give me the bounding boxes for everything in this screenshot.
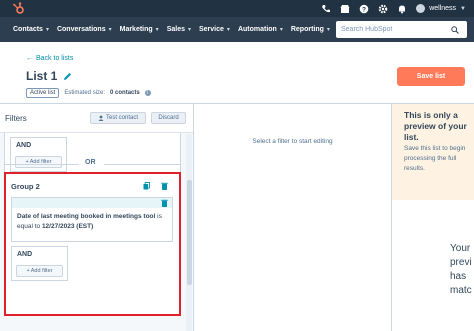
estimate-value: 0 contacts bbox=[110, 90, 140, 96]
list-meta: Active list Estimated size: 0 contacts i bbox=[26, 88, 151, 98]
chevron-down-icon: ▼ bbox=[460, 5, 466, 12]
preview-body: Save this list to begin processing the f… bbox=[404, 145, 466, 172]
filter-group-1: AND + Add filter bbox=[4, 133, 181, 177]
and-block: AND + Add filter bbox=[11, 246, 68, 281]
preview-panel: This is only a preview of your list. Sav… bbox=[391, 104, 474, 331]
nav-item-automation[interactable]: Automation ▾ bbox=[238, 26, 283, 33]
top-bar: ? wellness ▼ bbox=[0, 0, 474, 17]
marketplace-icon[interactable] bbox=[340, 4, 350, 14]
nav-item-conversations[interactable]: Conversations ▾ bbox=[57, 26, 112, 33]
svg-text:?: ? bbox=[362, 6, 366, 13]
save-list-button[interactable]: Save list bbox=[397, 67, 465, 86]
search-icon[interactable] bbox=[451, 25, 459, 34]
hubspot-logo-icon[interactable] bbox=[12, 2, 25, 15]
chevron-down-icon: ▾ bbox=[226, 27, 230, 33]
page-title: List 1 bbox=[26, 69, 72, 83]
filter-property: Date of last meeting booked in meetings … bbox=[17, 213, 156, 220]
or-label: OR bbox=[85, 159, 96, 166]
account-menu[interactable]: wellness ▼ bbox=[416, 4, 466, 13]
top-icon-bar: ? wellness ▼ bbox=[321, 1, 466, 16]
or-separator: OR bbox=[4, 159, 181, 169]
or-line-right bbox=[104, 164, 181, 165]
empty-editor-message: Select a filter to start editing bbox=[252, 138, 333, 145]
filters-header: Filters Test contact Discard bbox=[0, 104, 193, 133]
main-nav: Contacts ▾ Conversations ▾ Marketing ▾ Sale… bbox=[0, 17, 474, 42]
and-label: AND bbox=[16, 142, 32, 149]
chevron-down-icon: ▾ bbox=[45, 27, 49, 33]
search-input[interactable] bbox=[341, 26, 451, 33]
status-badge: Active list bbox=[26, 88, 60, 98]
scrollbar-thumb[interactable] bbox=[187, 180, 192, 285]
filter-editor: Select a filter to start editing bbox=[194, 104, 391, 331]
chevron-down-icon: ▾ bbox=[108, 27, 112, 33]
pencil-icon[interactable] bbox=[63, 72, 72, 81]
chevron-down-icon: ▾ bbox=[326, 27, 330, 33]
chevron-down-icon: ▾ bbox=[187, 27, 191, 33]
filter-group-2: Group 2 Date of last meeting booked in m… bbox=[4, 172, 181, 316]
preview-notice: This is only a preview of your list. Sav… bbox=[392, 104, 474, 200]
filters-panel: Filters Test contact Discard AND + Add f… bbox=[0, 104, 194, 331]
search-box[interactable] bbox=[336, 21, 467, 38]
plus-icon: + bbox=[26, 268, 30, 274]
account-name: wellness bbox=[429, 5, 457, 12]
arrow-left-icon: ← bbox=[26, 55, 33, 62]
filters-title: Filters bbox=[5, 114, 27, 123]
and-label: AND bbox=[17, 251, 33, 258]
bell-icon[interactable] bbox=[397, 4, 407, 14]
trash-icon[interactable] bbox=[161, 199, 168, 207]
nav-item-reporting[interactable]: Reporting ▾ bbox=[291, 26, 330, 33]
phone-icon[interactable] bbox=[321, 4, 331, 14]
preview-empty-state-text: Your previ has matc bbox=[450, 243, 472, 296]
filter-value: 12/27/2023 (EST) bbox=[41, 222, 94, 230]
trash-icon[interactable] bbox=[161, 182, 168, 190]
filter-card-header bbox=[12, 198, 172, 208]
chevron-down-icon: ▾ bbox=[279, 27, 283, 33]
user-icon bbox=[98, 115, 104, 121]
group-title: Group 2 bbox=[11, 182, 40, 191]
back-to-lists-link[interactable]: ← Back to lists bbox=[26, 55, 73, 62]
nav-item-marketing[interactable]: Marketing ▾ bbox=[120, 26, 159, 33]
chevron-down-icon: ▾ bbox=[155, 27, 159, 33]
estimate-label: Estimated size: bbox=[64, 90, 106, 96]
nav-item-contacts[interactable]: Contacts ▾ bbox=[13, 26, 49, 33]
test-contact-button[interactable]: Test contact bbox=[90, 112, 146, 124]
nav-item-service[interactable]: Service ▾ bbox=[199, 26, 230, 33]
avatar bbox=[416, 4, 426, 13]
gear-icon[interactable] bbox=[378, 4, 388, 14]
preview-title: This is only a preview of your list. bbox=[404, 110, 467, 142]
add-filter-button[interactable]: + Add filter bbox=[16, 265, 63, 277]
copy-icon[interactable] bbox=[143, 182, 150, 190]
info-icon[interactable]: i bbox=[144, 90, 151, 96]
nav-item-sales[interactable]: Sales ▾ bbox=[167, 26, 191, 33]
filter-description: Date of last meeting booked in meetings … bbox=[17, 212, 167, 231]
or-line-left bbox=[4, 164, 79, 165]
help-icon[interactable]: ? bbox=[359, 4, 369, 14]
discard-button[interactable]: Discard bbox=[151, 112, 186, 124]
filter-card[interactable]: Date of last meeting booked in meetings … bbox=[11, 197, 173, 242]
